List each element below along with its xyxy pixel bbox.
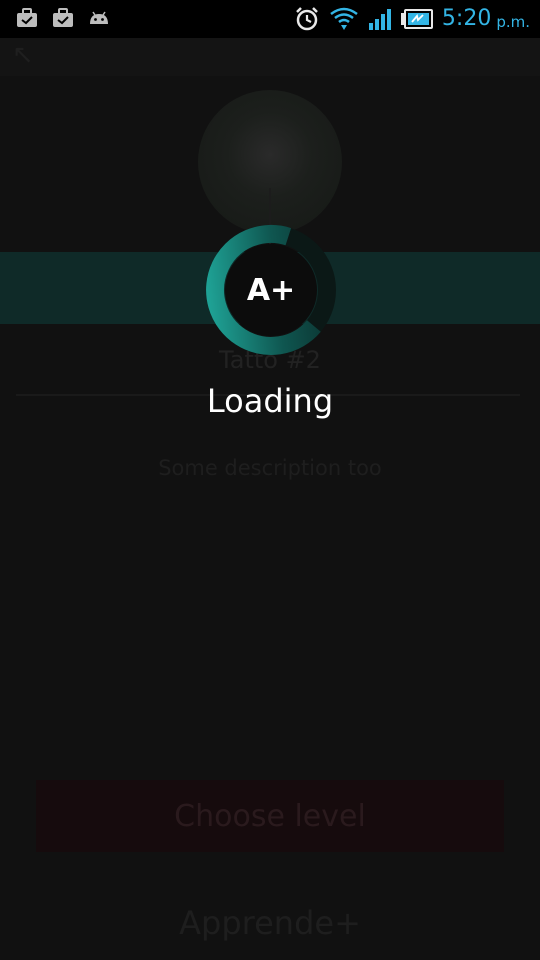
screen: 5:20 p.m. ↖ Tags Tatto #2 Some descripti… (0, 0, 540, 960)
logo-text: A+ (246, 272, 296, 308)
loading-label: Loading (206, 382, 334, 420)
loading-spinner: A+ (205, 224, 337, 356)
loading-overlay: A+ Loading (0, 0, 540, 960)
